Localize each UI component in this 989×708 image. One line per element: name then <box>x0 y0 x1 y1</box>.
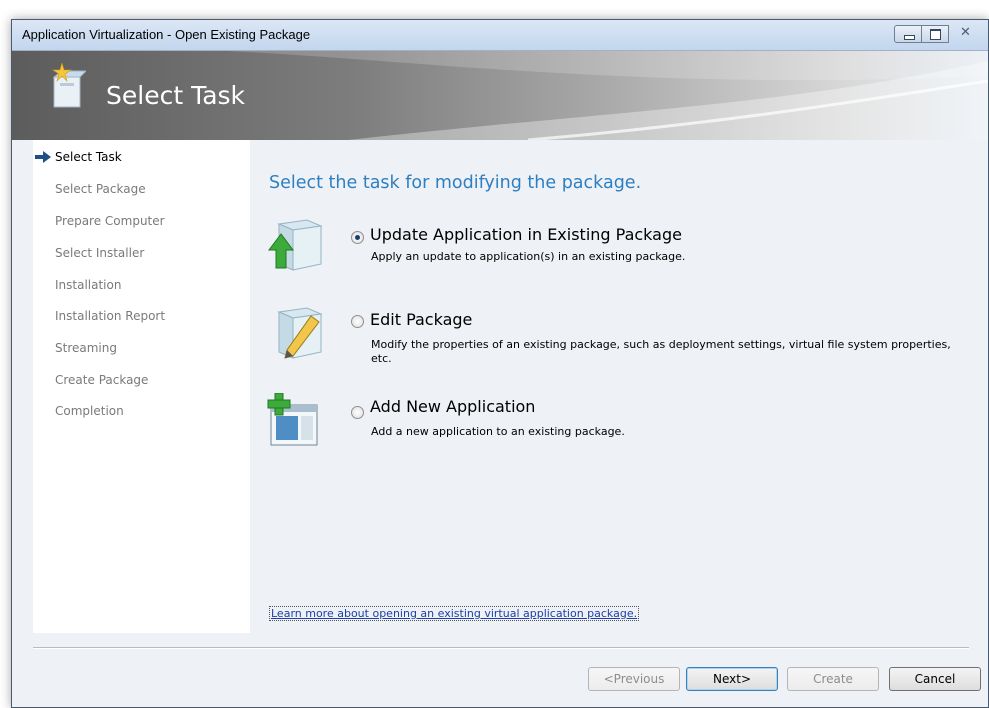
cancel-button[interactable]: Cancel <box>889 667 981 691</box>
minimize-button[interactable] <box>894 25 922 43</box>
nav-item-prepare-computer: Prepare Computer <box>55 214 165 228</box>
header-banner: Select Task <box>12 51 988 140</box>
nav-item-installation: Installation <box>55 278 122 292</box>
nav-item-select-package: Select Package <box>55 182 146 196</box>
window-title: Application Virtualization - Open Existi… <box>22 27 311 42</box>
update-application-radio[interactable] <box>351 231 364 244</box>
next-button[interactable]: Next> <box>686 667 778 691</box>
nav-item-streaming: Streaming <box>55 341 117 355</box>
close-icon: ✕ <box>960 25 971 40</box>
nav-item-select-task: Select Task <box>55 150 122 164</box>
previous-button[interactable]: <Previous <box>588 667 680 691</box>
nav-item-create-package: Create Package <box>55 373 149 387</box>
maximize-button[interactable] <box>921 25 949 43</box>
update-application-option-description: Apply an update to application(s) in an … <box>371 250 686 263</box>
wizard-steps-nav: Select Task Select Package Prepare Compu… <box>33 140 250 633</box>
banner-title: Select Task <box>106 81 246 110</box>
current-step-arrow-icon <box>35 151 51 163</box>
add-new-application-option-title[interactable]: Add New Application <box>370 397 535 416</box>
add-new-application-option-description: Add a new application to an existing pac… <box>371 425 625 438</box>
banner-swoosh-decoration <box>228 51 988 140</box>
wizard-window: Application Virtualization - Open Existi… <box>11 19 989 708</box>
title-bar[interactable]: Application Virtualization - Open Existi… <box>12 20 988 51</box>
window-controls: ✕ <box>894 25 982 43</box>
update-application-option-title[interactable]: Update Application in Existing Package <box>370 225 682 244</box>
nav-item-installation-report: Installation Report <box>55 309 166 323</box>
package-edit-pencil-icon <box>277 307 323 359</box>
maximize-icon <box>930 29 941 40</box>
button-separator <box>33 647 969 649</box>
edit-package-option-title[interactable]: Edit Package <box>370 310 472 329</box>
nav-item-completion: Completion <box>55 404 124 418</box>
edit-package-option-description: Modify the properties of an existing pac… <box>371 338 951 365</box>
add-new-application-radio[interactable] <box>351 406 364 419</box>
nav-item-select-installer: Select Installer <box>55 246 145 260</box>
content-area: Select Task Select Package Prepare Compu… <box>12 140 988 707</box>
package-sparkle-icon <box>52 63 86 108</box>
package-update-arrow-icon <box>268 219 323 271</box>
page-heading: Select the task for modifying the packag… <box>269 173 642 193</box>
edit-package-radio[interactable] <box>351 315 364 328</box>
main-panel: Select the task for modifying the packag… <box>250 140 988 633</box>
close-button[interactable]: ✕ <box>948 25 982 43</box>
minimize-icon <box>904 35 915 40</box>
learn-more-link[interactable]: Learn more about opening an existing vir… <box>269 606 640 621</box>
create-button[interactable]: Create <box>787 667 879 691</box>
add-application-window-icon <box>267 393 318 446</box>
